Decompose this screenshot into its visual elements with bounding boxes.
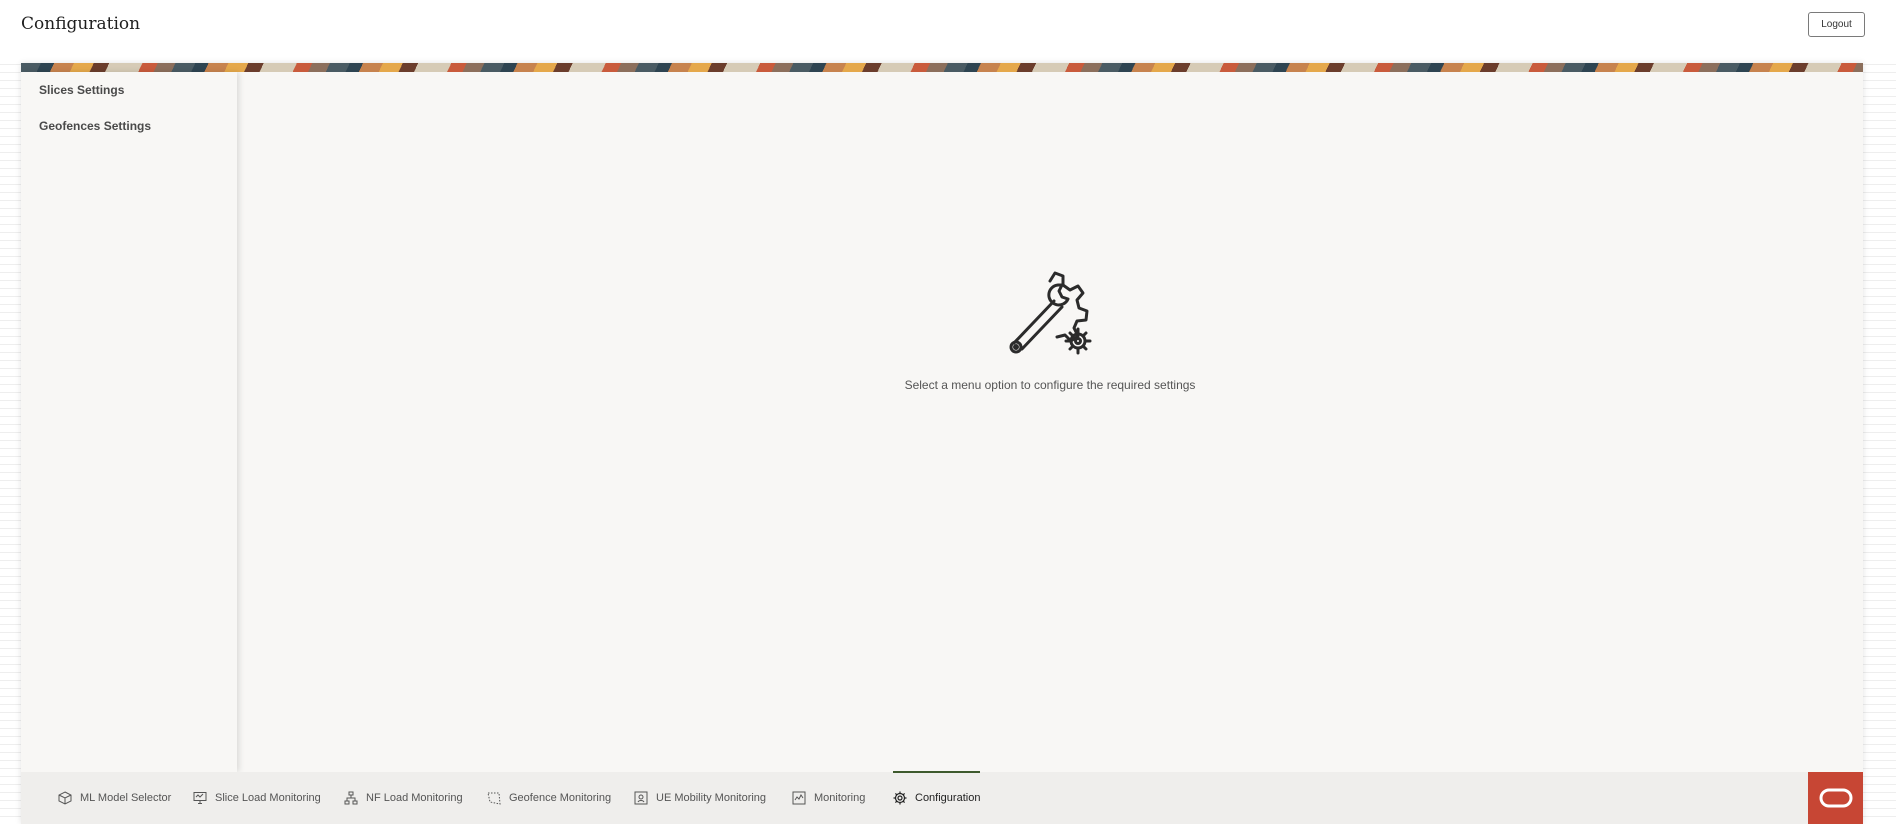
empty-state: Select a menu option to configure the re…	[237, 263, 1863, 392]
nav-item-ue-mobility-monitoring[interactable]: UE Mobility Monitoring	[634, 785, 766, 811]
cube-icon	[58, 791, 72, 805]
settings-sidebar: Slices Settings Geofences Settings	[21, 72, 237, 772]
gear-icon	[893, 791, 907, 805]
nav-item-monitoring[interactable]: Monitoring	[792, 785, 865, 811]
nav-item-configuration[interactable]: Configuration	[893, 771, 981, 811]
main-panel: Slices Settings Geofences Settings Selec…	[21, 63, 1863, 824]
nav-item-nf-load-monitoring[interactable]: NF Load Monitoring	[344, 785, 463, 811]
sidebar-item-geofences-settings[interactable]: Geofences Settings	[21, 108, 237, 144]
empty-state-message: Select a menu option to configure the re…	[904, 378, 1196, 392]
nav-label: UE Mobility Monitoring	[656, 792, 767, 804]
decorative-banner	[21, 63, 1863, 72]
nav-item-ml-model-selector[interactable]: ML Model Selector	[58, 785, 171, 811]
monitor-icon	[193, 792, 207, 804]
logout-button[interactable]: Logout	[1808, 12, 1865, 37]
nav-item-slice-load-monitoring[interactable]: Slice Load Monitoring	[193, 785, 321, 811]
network-icon	[344, 791, 358, 805]
nav-item-geofence-monitoring[interactable]: Geofence Monitoring	[487, 785, 611, 811]
sidebar-item-slices-settings[interactable]: Slices Settings	[21, 72, 237, 108]
nav-label: Slice Load Monitoring	[215, 792, 321, 804]
nav-label: Geofence Monitoring	[509, 792, 612, 804]
nav-label: NF Load Monitoring	[366, 792, 463, 804]
nav-label: Configuration	[915, 792, 981, 804]
wrench-gear-icon	[1000, 263, 1100, 363]
app-header: Configuration Logout	[0, 0, 1896, 62]
nav-label: ML Model Selector	[80, 792, 172, 804]
oracle-logo-icon	[1819, 788, 1852, 808]
bottom-nav-bar: ML Model Selector Slice Load Monitoring …	[21, 771, 1863, 824]
chart-icon	[792, 791, 806, 805]
oracle-logo[interactable]	[1808, 772, 1863, 824]
mobility-icon	[634, 791, 648, 805]
nav-label: Monitoring	[814, 792, 866, 804]
page-title: Configuration	[21, 14, 141, 34]
geofence-icon	[487, 792, 501, 805]
